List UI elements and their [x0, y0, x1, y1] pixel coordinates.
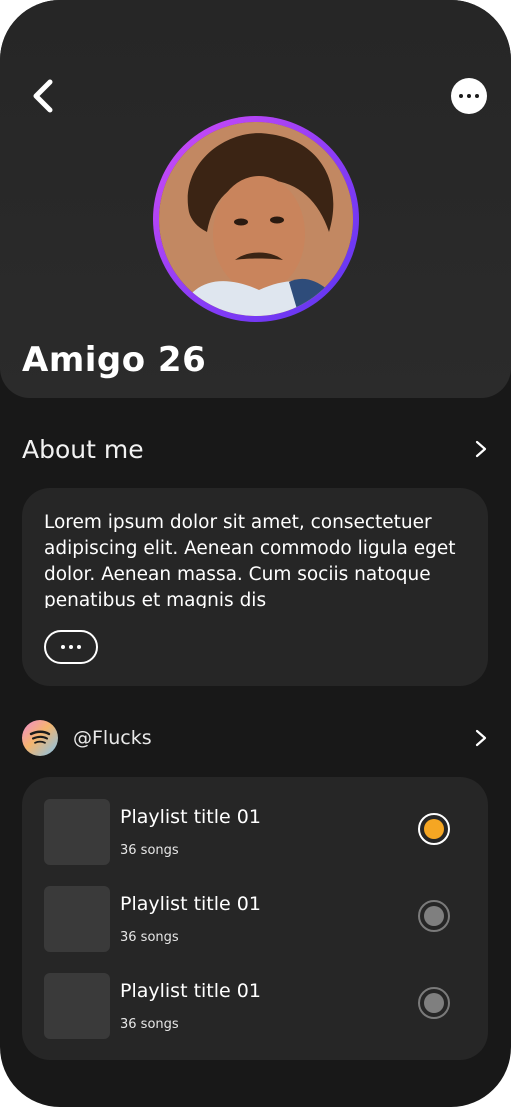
playlist-item[interactable]: Playlist title 01 36 songs: [44, 973, 464, 1039]
profile-name: Amigo 26: [22, 340, 207, 380]
chevron-right-icon: [475, 729, 487, 747]
more-dots-icon: [459, 94, 463, 98]
about-me-row[interactable]: About me: [22, 430, 488, 468]
avatar-ring: [153, 116, 359, 322]
playlist-title: Playlist title 01: [120, 980, 261, 1002]
playlist-item[interactable]: Playlist title 01 36 songs: [44, 799, 464, 865]
back-button[interactable]: [28, 76, 62, 116]
playlist-thumbnail: [44, 886, 110, 952]
read-more-button[interactable]: [44, 630, 98, 664]
playlist-title: Playlist title 01: [120, 806, 261, 828]
more-options-button[interactable]: [451, 78, 487, 114]
avatar-portrait: [159, 122, 353, 316]
profile-screen: Amigo 26 About me Lorem ipsum dolor sit …: [0, 0, 511, 1107]
spotify-row[interactable]: @Flucks: [22, 719, 488, 757]
playlist-radio[interactable]: [418, 900, 450, 932]
playlist-radio[interactable]: [418, 813, 450, 845]
playlist-song-count: 36 songs: [120, 843, 179, 858]
playlist-thumbnail: [44, 799, 110, 865]
more-dots-icon: [61, 645, 65, 649]
about-card: Lorem ipsum dolor sit amet, consectetuer…: [22, 488, 488, 686]
playlist-song-count: 36 songs: [120, 1017, 179, 1032]
about-me-title: About me: [22, 434, 144, 464]
playlist-radio[interactable]: [418, 987, 450, 1019]
profile-header: Amigo 26: [0, 0, 511, 398]
avatar[interactable]: [159, 122, 353, 316]
spotify-handle: @Flucks: [73, 727, 152, 749]
about-text: Lorem ipsum dolor sit amet, consectetuer…: [44, 512, 456, 608]
chevron-right-icon: [475, 440, 487, 458]
playlist-item[interactable]: Playlist title 01 36 songs: [44, 886, 464, 952]
playlist-card: Playlist title 01 36 songs Playlist titl…: [22, 777, 488, 1060]
playlist-title: Playlist title 01: [120, 893, 261, 915]
back-chevron-icon: [33, 79, 53, 113]
playlist-song-count: 36 songs: [120, 930, 179, 945]
playlist-thumbnail: [44, 973, 110, 1039]
spotify-icon: [22, 720, 58, 756]
